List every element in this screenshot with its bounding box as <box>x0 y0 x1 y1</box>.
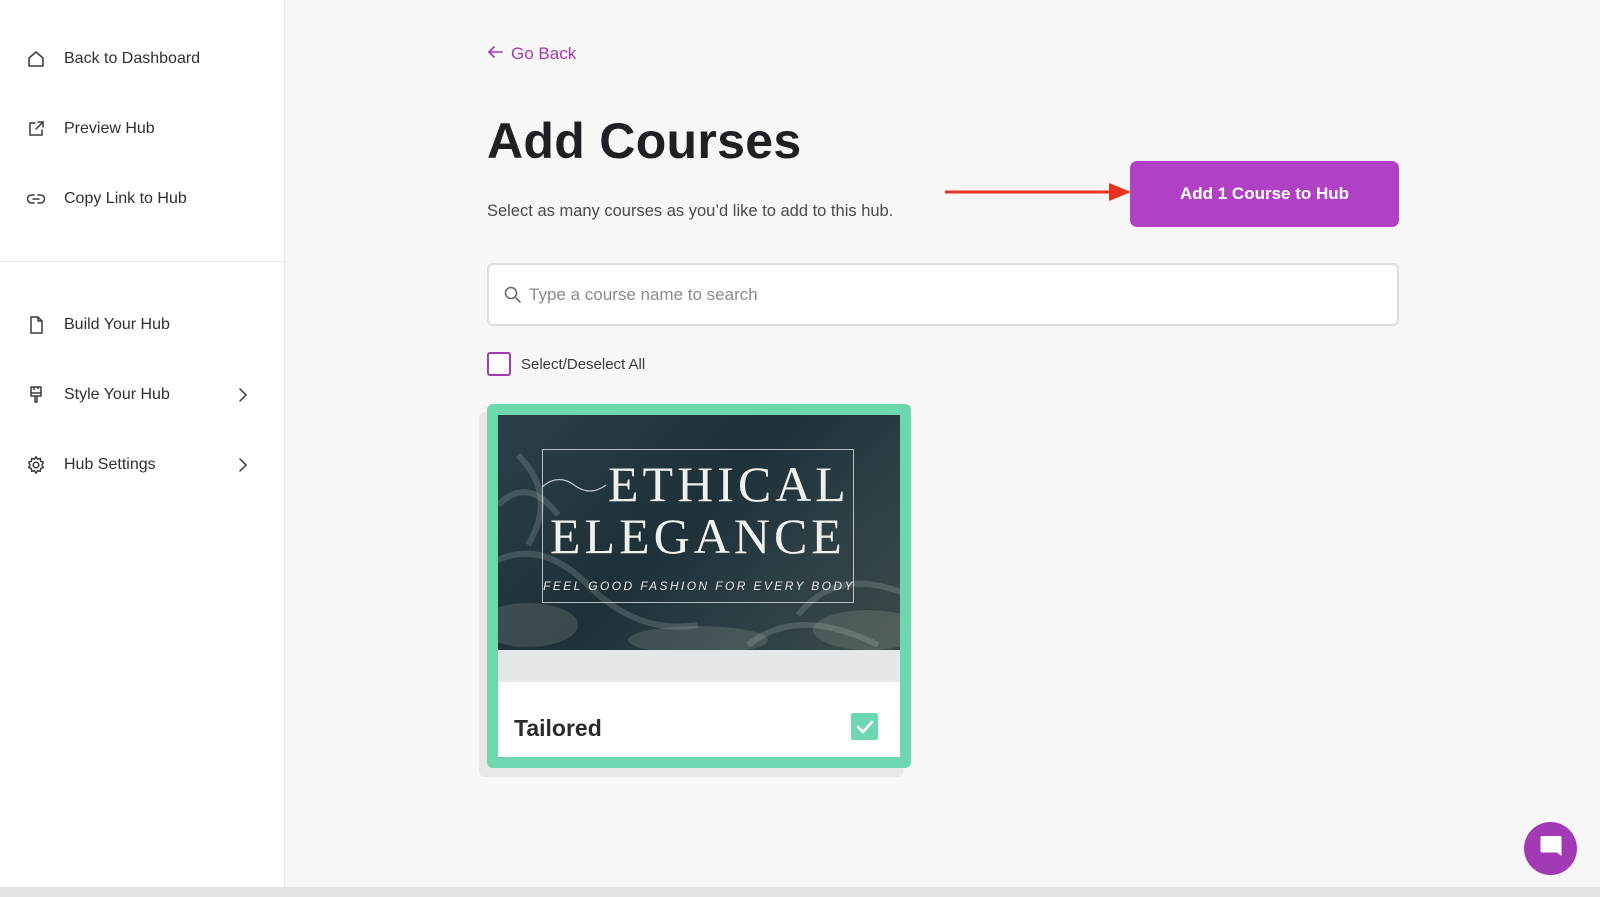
sidebar-item-back-to-dashboard[interactable]: Back to Dashboard <box>0 37 284 81</box>
go-back-link[interactable]: Go Back <box>487 44 576 64</box>
checkmark-icon <box>856 720 873 733</box>
page-title: Add Courses <box>487 113 802 169</box>
course-selected-checkbox[interactable] <box>851 713 878 740</box>
gear-icon <box>26 455 46 475</box>
sidebar-item-copy-link[interactable]: Copy Link to Hub <box>0 177 284 221</box>
paint-brush-icon <box>26 385 46 405</box>
search-box[interactable] <box>487 263 1399 326</box>
thumbnail-tagline: FEEL GOOD FASHION FOR EVERY BODY <box>543 579 855 593</box>
sidebar-item-label: Copy Link to Hub <box>64 190 187 207</box>
chat-widget-button[interactable] <box>1524 822 1577 875</box>
add-courses-to-hub-button[interactable]: Add 1 Course to Hub <box>1130 161 1399 227</box>
annotation-arrow-icon <box>945 183 1131 201</box>
arrow-left-icon <box>487 44 503 64</box>
page-subtitle: Select as many courses as you’d like to … <box>487 202 894 220</box>
thumbnail-title-line1: ETHICAL <box>608 456 850 512</box>
link-icon <box>26 189 46 209</box>
chevron-right-icon <box>234 456 252 474</box>
select-all-checkbox[interactable] <box>487 352 511 376</box>
external-link-icon <box>26 119 46 139</box>
sidebar-item-style-your-hub[interactable]: Style Your Hub <box>0 373 284 417</box>
select-all-label: Select/Deselect All <box>521 355 646 373</box>
course-card[interactable]: ETHICAL ELEGANCE FEEL GOOD FASHION FOR E… <box>487 404 911 768</box>
document-icon <box>26 315 46 335</box>
search-input[interactable] <box>529 284 1379 305</box>
chevron-right-icon <box>234 386 252 404</box>
select-all-toggle[interactable]: Select/Deselect All <box>487 352 645 376</box>
sidebar: Back to Dashboard Preview Hub Copy Link … <box>0 0 285 887</box>
chat-icon <box>1538 833 1564 864</box>
sidebar-item-label: Build Your Hub <box>64 316 170 333</box>
course-title: Tailored <box>514 715 602 741</box>
sidebar-item-hub-settings[interactable]: Hub Settings <box>0 443 284 487</box>
main-content: Go Back Add Courses Select as many cours… <box>285 0 1600 887</box>
thumbnail-title-line2: ELEGANCE <box>550 508 846 564</box>
go-back-label: Go Back <box>511 44 577 63</box>
bottom-bar <box>0 887 1600 897</box>
sidebar-divider <box>0 261 284 262</box>
sidebar-item-label: Hub Settings <box>64 456 156 473</box>
search-icon <box>503 285 523 305</box>
sidebar-item-label: Style Your Hub <box>64 386 170 403</box>
sidebar-item-build-your-hub[interactable]: Build Your Hub <box>0 303 284 347</box>
home-icon <box>26 49 46 69</box>
sidebar-item-preview-hub[interactable]: Preview Hub <box>0 107 284 151</box>
sidebar-item-label: Preview Hub <box>64 120 155 137</box>
sidebar-item-label: Back to Dashboard <box>64 50 201 67</box>
card-band <box>498 650 900 682</box>
course-thumbnail: ETHICAL ELEGANCE FEEL GOOD FASHION FOR E… <box>498 415 900 650</box>
